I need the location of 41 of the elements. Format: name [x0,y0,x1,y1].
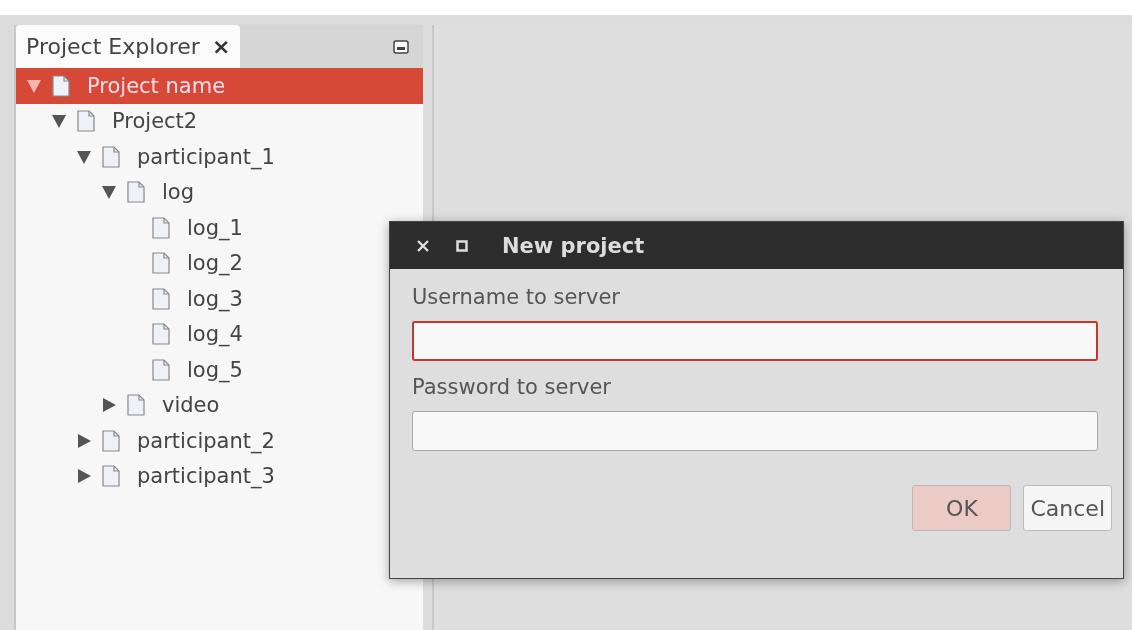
input-field[interactable] [412,411,1098,451]
close-button[interactable]: × [211,34,231,59]
minimize-icon[interactable] [393,39,409,54]
tree-item[interactable]: video [16,387,226,423]
document-icon [127,181,145,204]
expand-arrow-icon[interactable] [101,397,117,414]
tree-item[interactable]: log_1 [16,210,249,246]
document-icon [52,74,70,97]
document-icon [127,394,145,417]
document-icon [77,110,95,133]
expand-arrow-icon[interactable] [76,432,92,449]
document-icon [152,216,170,239]
dialog-title: New project [502,233,645,258]
tree-item[interactable]: participant_2 [16,423,281,459]
tree-item[interactable]: log_2 [16,245,249,281]
tree-item[interactable]: log_3 [16,281,249,317]
tree-item[interactable]: log_4 [16,316,249,352]
collapse-arrow-icon[interactable] [51,113,67,130]
tree-item[interactable]: log [16,174,200,210]
document-icon [152,252,170,275]
document-icon [102,145,120,168]
document-icon [152,287,170,310]
field-label: Password to server [412,375,612,399]
document-icon [152,358,170,381]
cancel-button[interactable]: Cancel [1023,485,1112,531]
expand-arrow-icon[interactable] [76,468,92,485]
ok-button[interactable]: OK [912,485,1012,531]
tree-item[interactable]: participant_1 [16,139,281,175]
document-icon [102,465,120,488]
explorer-tab[interactable]: Project Explorer × [16,25,241,68]
document-icon [152,323,170,346]
maximize-icon[interactable] [456,239,468,252]
input-field[interactable] [412,321,1098,361]
collapse-arrow-icon[interactable] [101,184,117,201]
tree-item[interactable]: Project2 [16,103,204,139]
tree-item[interactable]: log_5 [16,352,249,388]
tree-item[interactable]: participant_3 [16,458,281,494]
field-label: Username to server [412,285,621,309]
document-icon [102,429,120,452]
collapse-arrow-icon[interactable] [76,148,92,165]
close-icon[interactable] [416,238,430,253]
